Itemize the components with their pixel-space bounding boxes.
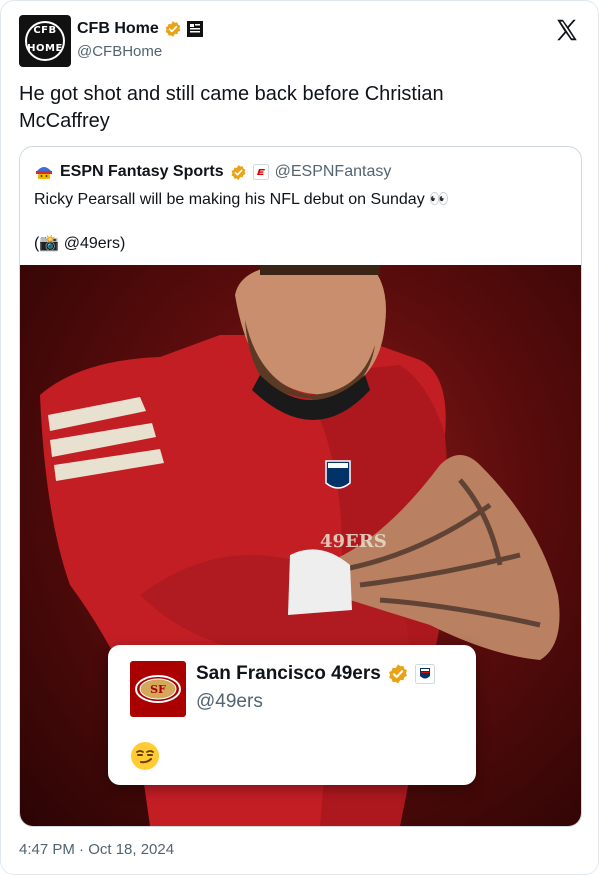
svg-text:SF: SF [150, 683, 166, 696]
quoted-text: Ricky Pearsall will be making his NFL de… [34, 191, 450, 208]
quoted-handle[interactable]: @ESPNFantasy [275, 163, 392, 181]
player-photo[interactable]: 49ERS SF San Francisco 49ers @49ers [20, 265, 581, 826]
verified-badge-icon [164, 20, 182, 38]
team-handle: @49ers [196, 691, 263, 712]
smirk-emoji-icon [130, 741, 160, 771]
tweet-timestamp[interactable]: 4:47 PM · Oct 18, 2024 [19, 841, 174, 858]
author-handle[interactable]: @CFBHome [77, 43, 162, 60]
avatar-logo-line1: CFB [33, 25, 57, 36]
x-logo-icon[interactable] [554, 17, 580, 43]
author-display-name[interactable]: CFB Home [77, 20, 159, 38]
espn-fantasy-avatar[interactable] [34, 162, 54, 182]
tweet-card: CFB HOME CFB Home @CFBHome He got shot a… [0, 0, 599, 875]
espn-badge-icon[interactable] [252, 164, 269, 180]
photo-credit: (📸 @49ers) [34, 235, 126, 252]
verified-badge-icon [387, 663, 409, 685]
49ers-logo-icon: SF [130, 661, 186, 717]
team-name-row: San Francisco 49ers [196, 663, 435, 685]
svg-text:49ERS: 49ERS [320, 531, 387, 552]
author-name-row: CFB Home [77, 19, 203, 39]
author-avatar[interactable]: CFB HOME [19, 15, 71, 67]
quoted-name-row: ESPN Fantasy Sports @ESPNFantasy [60, 161, 391, 183]
nfl-badge-icon [414, 664, 435, 684]
team-overlay-card: SF San Francisco 49ers @49ers [108, 645, 476, 785]
team-display-name: San Francisco 49ers [196, 663, 381, 684]
affiliate-badge-icon[interactable] [186, 21, 203, 37]
verified-badge-icon [230, 164, 247, 181]
quoted-display-name[interactable]: ESPN Fantasy Sports [60, 163, 224, 181]
avatar-logo-line2: HOME [27, 43, 63, 54]
quoted-tweet[interactable]: ESPN Fantasy Sports @ESPNFantasy Ricky P… [19, 146, 582, 827]
tweet-text: He got shot and still came back before C… [19, 83, 444, 132]
